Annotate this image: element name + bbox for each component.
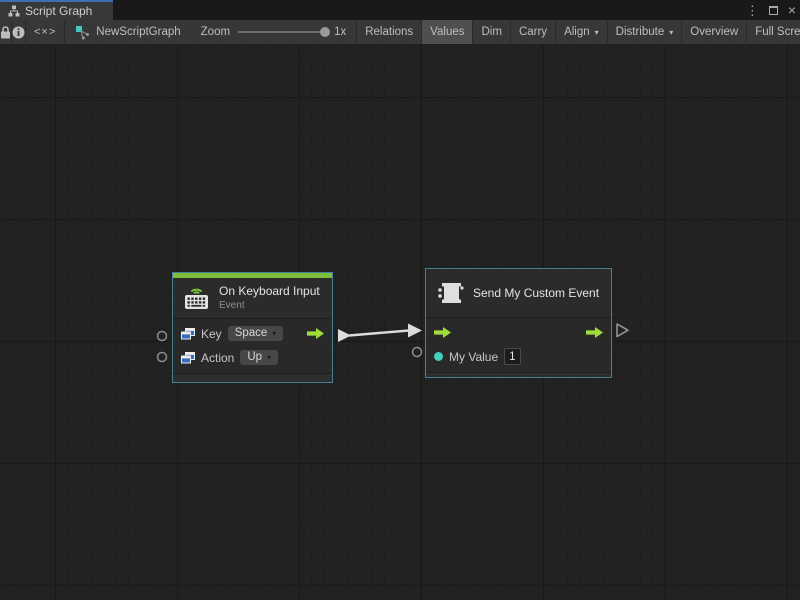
- connections-overlay: [0, 45, 800, 600]
- zoom-slider-handle[interactable]: [320, 27, 330, 37]
- code-view-toggle-button[interactable]: <×>: [26, 20, 65, 44]
- relations-label: Relations: [365, 26, 413, 38]
- zoom-value: 1x: [334, 26, 346, 38]
- node-send-my-custom-event[interactable]: Send My Custom Event My Value 1: [425, 268, 612, 378]
- graph-asset-icon: [75, 25, 90, 40]
- carry-label: Carry: [519, 26, 547, 38]
- window-maximize-icon[interactable]: [769, 6, 778, 15]
- node-footer: [426, 372, 611, 377]
- values-button[interactable]: Values: [421, 20, 472, 44]
- align-dropdown-button[interactable]: Align ▾: [555, 20, 607, 44]
- port-row-action: Action Up ▾: [181, 347, 324, 368]
- input-port-circle-key[interactable]: [158, 332, 167, 341]
- relations-button[interactable]: Relations: [356, 20, 421, 44]
- flow-output-arrow-icon[interactable]: [586, 327, 603, 338]
- graph-asset-selector[interactable]: NewScriptGraph: [65, 20, 190, 44]
- flow-input-arrow-icon[interactable]: [434, 327, 451, 338]
- overview-label: Overview: [690, 26, 738, 38]
- input-port-circle-my-value[interactable]: [413, 348, 422, 357]
- output-port-triangle[interactable]: [617, 324, 628, 337]
- tab-script-graph[interactable]: Script Graph: [0, 0, 113, 20]
- chevron-down-icon: ▾: [272, 329, 276, 338]
- lock-button[interactable]: [0, 20, 12, 44]
- fullscreen-button[interactable]: Full Screen: [746, 20, 800, 44]
- chevron-down-icon: ▾: [669, 28, 673, 37]
- node-header[interactable]: Send My Custom Event: [426, 269, 611, 317]
- connection-wire[interactable]: [349, 331, 409, 336]
- distribute-label: Distribute: [616, 26, 665, 38]
- chevron-down-icon: ▾: [595, 28, 599, 37]
- graph-canvas[interactable]: On Keyboard Input Event Key Space ▾: [0, 45, 800, 600]
- graph-name-label: NewScriptGraph: [96, 26, 180, 38]
- node-subtitle: Event: [219, 300, 320, 311]
- action-dropdown-value: Up: [247, 351, 262, 363]
- node-footer: [173, 373, 332, 382]
- value-input[interactable]: 1: [504, 348, 520, 365]
- wire-start-handle[interactable]: [338, 329, 351, 342]
- node-body: My Value 1: [426, 317, 611, 372]
- graph-hierarchy-icon: [8, 5, 20, 17]
- value-port-icon: [181, 352, 195, 364]
- toolbar-right-buttons: Relations Values Dim Carry Align ▾ Distr…: [356, 20, 800, 44]
- overview-button[interactable]: Overview: [681, 20, 746, 44]
- chevron-down-icon: ▾: [267, 353, 271, 362]
- custom-event-icon: [436, 280, 464, 306]
- node-title: Send My Custom Event: [473, 286, 599, 300]
- key-dropdown[interactable]: Space ▾: [228, 326, 284, 341]
- distribute-dropdown-button[interactable]: Distribute ▾: [607, 20, 682, 44]
- wire-arrowhead: [408, 324, 422, 338]
- fullscreen-label: Full Screen: [755, 26, 800, 38]
- key-dropdown-value: Space: [235, 327, 268, 339]
- info-button[interactable]: [12, 20, 26, 44]
- tab-title: Script Graph: [25, 4, 92, 18]
- values-label: Values: [430, 26, 464, 38]
- value-row: My Value 1: [434, 346, 603, 367]
- window-close-icon[interactable]: ×: [788, 3, 796, 17]
- lock-icon: [0, 26, 11, 39]
- zoom-slider[interactable]: [238, 31, 326, 33]
- node-header[interactable]: On Keyboard Input Event: [173, 278, 332, 318]
- window-tab-strip: Script Graph ⋮ ×: [0, 0, 800, 20]
- info-icon: [12, 26, 25, 39]
- zoom-control: Zoom 1x: [191, 20, 357, 44]
- keyboard-icon: [183, 285, 210, 311]
- value-label: My Value: [449, 350, 498, 364]
- flow-output-arrow-icon[interactable]: [307, 328, 324, 339]
- action-dropdown[interactable]: Up ▾: [240, 350, 278, 365]
- zoom-label: Zoom: [201, 26, 230, 38]
- window-menu-icon[interactable]: ⋮: [746, 4, 759, 17]
- flow-row: [434, 322, 603, 343]
- graph-toolbar: <×> NewScriptGraph Zoom 1x Relations Val…: [0, 20, 800, 45]
- port-label: Action: [201, 351, 234, 365]
- port-label: Key: [201, 327, 222, 341]
- node-body: Key Space ▾ Action Up: [173, 318, 332, 373]
- code-toggle-icon: <×>: [34, 26, 56, 38]
- port-row-key: Key Space ▾: [181, 323, 324, 344]
- value-port-icon: [181, 328, 195, 340]
- carry-button[interactable]: Carry: [510, 20, 555, 44]
- value-dot-icon: [434, 352, 443, 361]
- dim-label: Dim: [481, 26, 501, 38]
- dim-button[interactable]: Dim: [472, 20, 509, 44]
- input-port-circle-action[interactable]: [158, 353, 167, 362]
- align-label: Align: [564, 26, 590, 38]
- node-title: On Keyboard Input: [219, 284, 320, 298]
- window-controls: ⋮ ×: [746, 0, 796, 20]
- node-on-keyboard-input[interactable]: On Keyboard Input Event Key Space ▾: [172, 272, 333, 383]
